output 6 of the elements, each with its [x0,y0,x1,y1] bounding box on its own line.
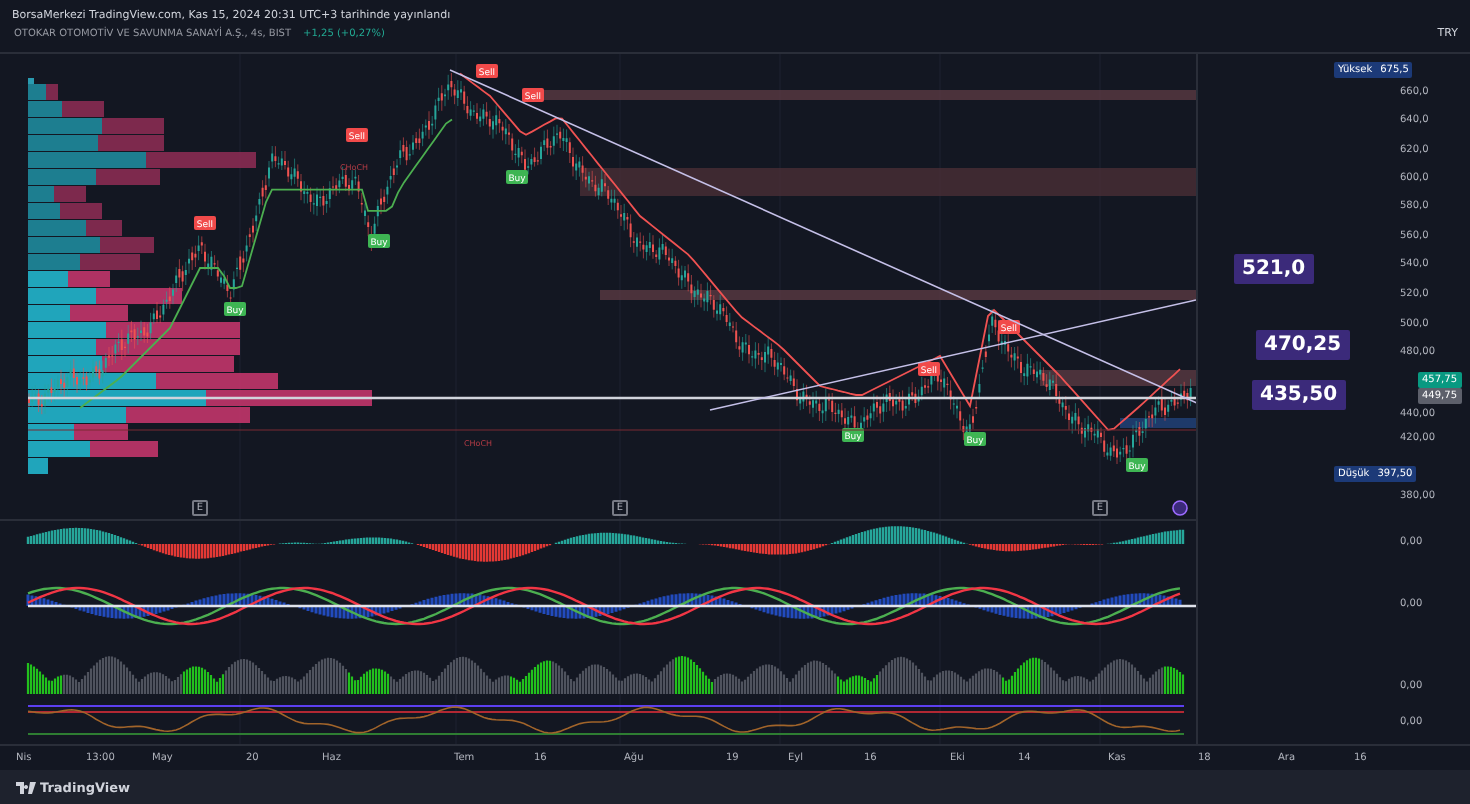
support-zone [1120,418,1196,428]
price-callout: 521,0 [1234,254,1314,284]
logo-icon [16,781,36,793]
price-callout: 435,50 [1252,380,1346,410]
price-callout: 470,25 [1256,330,1350,360]
dividend-icon[interactable] [1172,500,1188,516]
